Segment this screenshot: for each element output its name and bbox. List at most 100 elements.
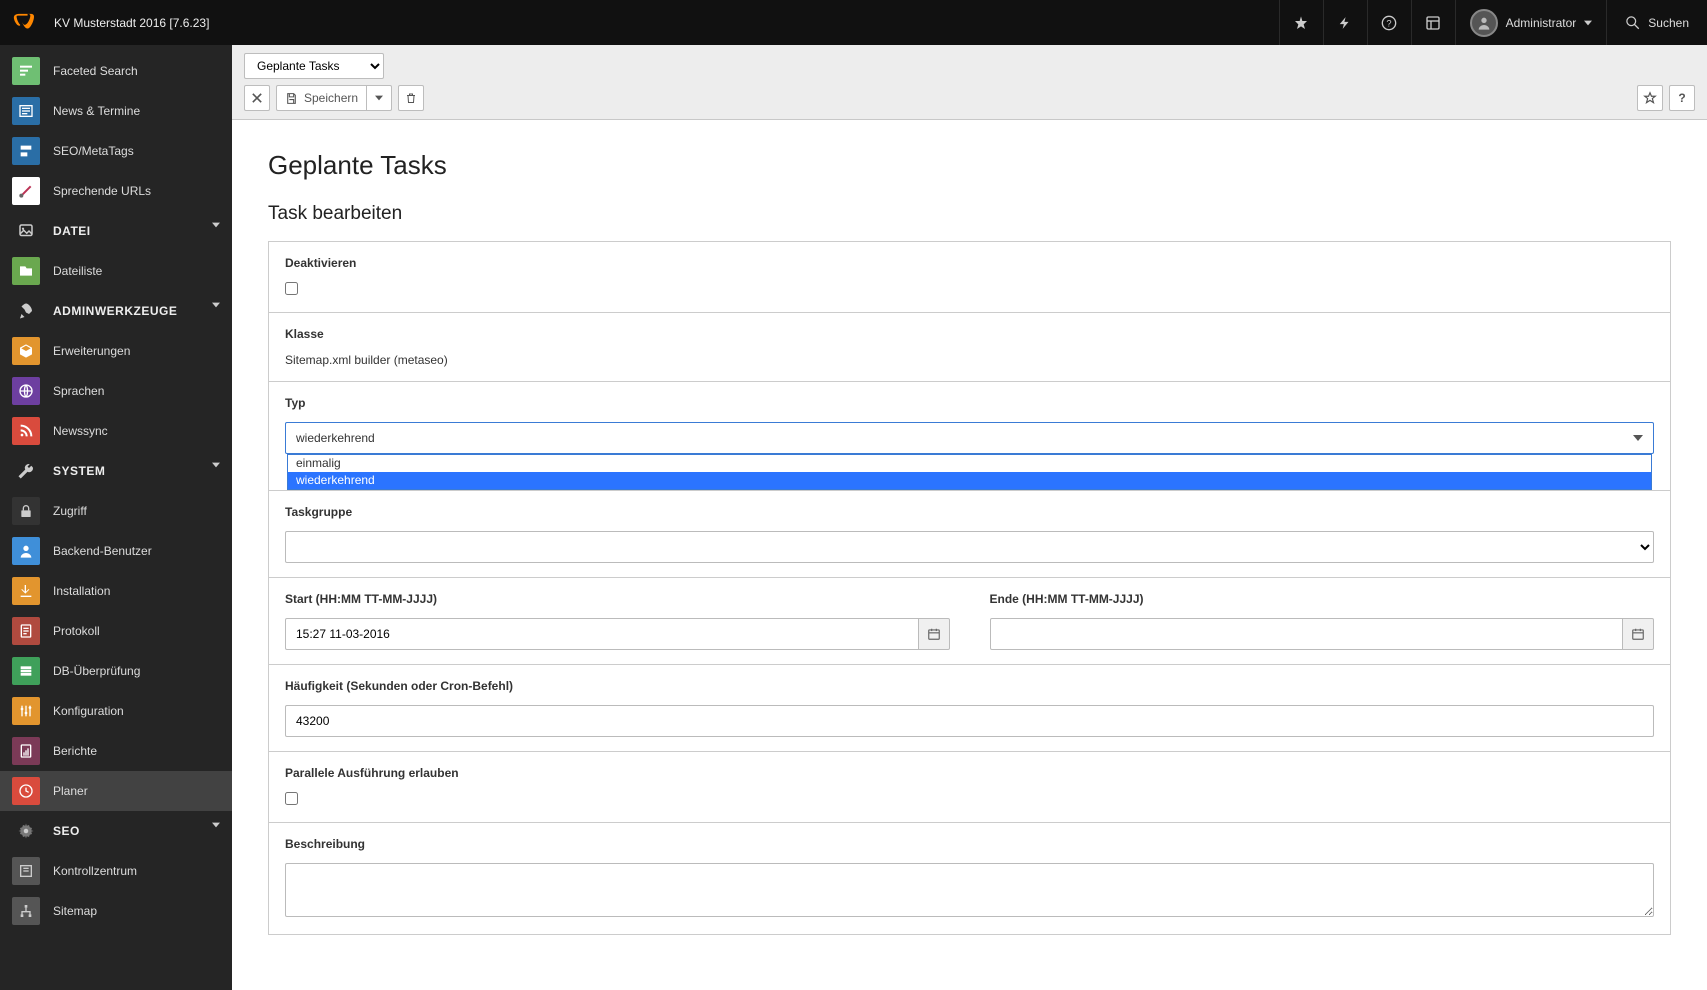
typo3-logo[interactable] [10,10,36,36]
calendar-icon [927,627,941,641]
globe-icon [12,377,40,405]
typ-selected-value: wiederkehrend [296,431,375,445]
deactivate-checkbox[interactable] [285,282,298,295]
close-button[interactable] [244,85,270,111]
typ-select[interactable]: wiederkehrend [285,422,1654,454]
sidebar-item-label: Sprechende URLs [53,184,151,198]
sidebar-section-label: ADMINWERKZEUGE [53,304,177,318]
sidebar-item-log[interactable]: Protokoll [0,611,232,651]
field-frequency: Häufigkeit (Sekunden oder Cron-Befehl) [269,665,1670,752]
sidebar-item-label: News & Termine [53,104,140,118]
class-value: Sitemap.xml builder (metaseo) [285,353,1654,367]
content-area: Geplante Tasks Speichern [232,45,1707,990]
user-menu[interactable]: Administrator [1455,0,1607,45]
sidebar-item-backend-users[interactable]: Backend-Benutzer [0,531,232,571]
typ-option-einmalig[interactable]: einmalig [288,455,1651,472]
chevron-down-icon [212,221,220,229]
chevron-down-icon [375,94,383,102]
application-info-button[interactable] [1411,0,1455,45]
sidebar-section-label: DATEI [53,224,91,238]
topbar-title: KV Musterstadt 2016 [7.6.23] [54,16,209,30]
taskgroup-select[interactable] [285,531,1654,563]
box-icon [12,337,40,365]
sidebar-item-label: Erweiterungen [53,344,130,358]
trash-icon [405,91,417,105]
sidebar-item-extensions[interactable]: Erweiterungen [0,331,232,371]
bookmark-button[interactable] [1279,0,1323,45]
calendar-icon [1631,627,1645,641]
search-button[interactable]: Suchen [1606,0,1707,45]
sidebar-item-filelist[interactable]: Dateiliste [0,251,232,291]
sidebar-item-label: Protokoll [53,624,100,638]
frequency-input[interactable] [285,705,1654,737]
start-datepicker-button[interactable] [919,618,950,650]
description-label: Beschreibung [285,837,1654,851]
urls-icon [12,177,40,205]
sidebar-item-urls[interactable]: Sprechende URLs [0,171,232,211]
sidebar-item-label: Berichte [53,744,97,758]
sidebar-section-system[interactable]: SYSTEM [0,451,232,491]
sidebar-item-dbcheck[interactable]: DB-Überprüfung [0,651,232,691]
parallel-label: Parallele Ausführung erlauben [285,766,1654,780]
sidebar-item-faceted-search[interactable]: Faceted Search [0,51,232,91]
control-icon [12,857,40,885]
sidebar-section-admintools[interactable]: ADMINWERKZEUGE [0,291,232,331]
star-outline-icon [1643,91,1657,105]
reports-icon [12,737,40,765]
description-textarea[interactable] [285,863,1654,917]
sidebar-item-access[interactable]: Zugriff [0,491,232,531]
topbar: KV Musterstadt 2016 [7.6.23] ? Administr… [0,0,1707,45]
sidebar-item-sitemap[interactable]: Sitemap [0,891,232,931]
end-datepicker-button[interactable] [1623,618,1654,650]
help-button[interactable]: ? [1367,0,1411,45]
end-label: Ende (HH:MM TT-MM-JJJJ) [990,592,1655,606]
news-icon [12,97,40,125]
sidebar-item-control-center[interactable]: Kontrollzentrum [0,851,232,891]
lock-icon [12,497,40,525]
sidebar-item-install[interactable]: Installation [0,571,232,611]
typ-option-wiederkehrend[interactable]: wiederkehrend [288,472,1651,489]
wrench-icon [12,457,40,485]
sidebar-item-configuration[interactable]: Konfiguration [0,691,232,731]
page-subtitle: Task bearbeiten [268,203,1671,225]
sidebar-item-label: Newssync [53,424,108,438]
sidebar-section-label: SEO [53,824,80,838]
start-input[interactable] [285,618,919,650]
sidebar-item-label: Dateiliste [53,264,102,278]
sidebar-item-languages[interactable]: Sprachen [0,371,232,411]
sidebar-section-seo[interactable]: SEO [0,811,232,851]
save-label: Speichern [304,91,358,105]
save-button[interactable]: Speichern [276,85,367,111]
avatar-icon [1470,9,1498,37]
field-dates: Start (HH:MM TT-MM-JJJJ) Ende (HH:MM TT-… [269,578,1670,665]
sidebar-item-seometa[interactable]: SEO/MetaTags [0,131,232,171]
delete-button[interactable] [398,85,424,111]
sidebar-section-label: SYSTEM [53,464,105,478]
sidebar-item-news[interactable]: News & Termine [0,91,232,131]
chevron-down-icon [212,821,220,829]
help-inline-button[interactable]: ? [1669,85,1695,111]
gear-icon [12,817,40,845]
faceted-search-icon [12,57,40,85]
frequency-label: Häufigkeit (Sekunden oder Cron-Befehl) [285,679,1654,693]
sidebar-item-scheduler[interactable]: Planer [0,771,232,811]
save-dropdown-button[interactable] [366,85,392,111]
sidebar: Faceted Search News & Termine SEO/MetaTa… [0,45,232,990]
class-label: Klasse [285,327,1654,341]
sidebar-item-label: DB-Überprüfung [53,664,140,678]
cache-button[interactable] [1323,0,1367,45]
field-taskgroup: Taskgruppe [269,491,1670,578]
module-function-select[interactable]: Geplante Tasks [244,53,384,79]
end-input[interactable] [990,618,1624,650]
user-icon [12,537,40,565]
sidebar-item-newssync[interactable]: Newssync [0,411,232,451]
search-label: Suchen [1648,16,1689,30]
parallel-checkbox[interactable] [285,792,298,805]
shortcut-button[interactable] [1637,85,1663,111]
sidebar-section-datei[interactable]: DATEI [0,211,232,251]
search-icon [1625,15,1640,30]
sliders-icon [12,697,40,725]
file-section-icon [12,217,40,245]
sidebar-item-reports[interactable]: Berichte [0,731,232,771]
log-icon [12,617,40,645]
